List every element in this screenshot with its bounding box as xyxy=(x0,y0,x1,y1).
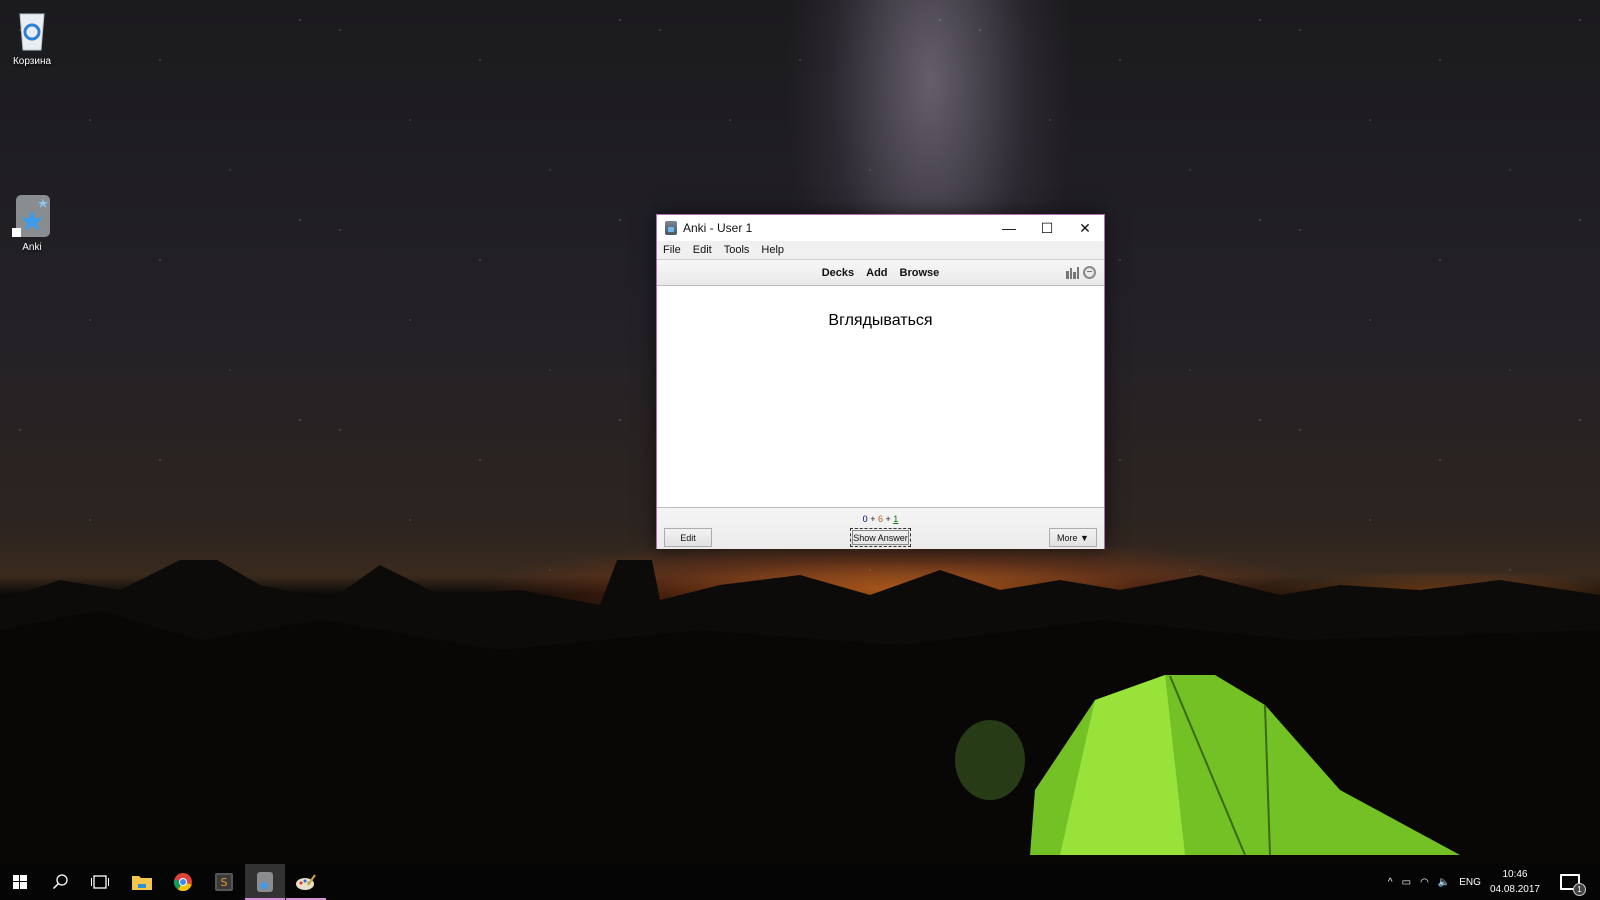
notification-count: 1 xyxy=(1573,883,1586,896)
taskbar-sublime-text[interactable]: S xyxy=(204,864,244,900)
sync-icon[interactable] xyxy=(1083,266,1096,279)
minimize-button[interactable]: — xyxy=(990,215,1028,241)
anki-icon xyxy=(12,194,52,238)
menu-file[interactable]: File xyxy=(663,244,681,256)
browse-link[interactable]: Browse xyxy=(900,267,940,279)
desktop-icon-recycle-bin[interactable]: Корзина xyxy=(0,8,64,67)
plus-sign: + xyxy=(885,514,891,524)
taskbar-paint[interactable] xyxy=(286,864,326,900)
taskbar: S ^ ▭ ◠ 🔈 ENG 10:46 04.08.2017 1 xyxy=(0,864,1600,900)
menu-bar: File Edit Tools Help xyxy=(657,241,1104,259)
action-center-icon[interactable]: 1 xyxy=(1560,874,1586,896)
add-link[interactable]: Add xyxy=(866,267,887,279)
svg-text:S: S xyxy=(221,876,228,889)
file-explorer-icon xyxy=(132,876,152,890)
anki-app-icon xyxy=(665,221,677,235)
taskbar-file-explorer[interactable] xyxy=(122,864,162,900)
taskbar-chrome[interactable] xyxy=(163,864,203,900)
stats-icon[interactable] xyxy=(1066,266,1079,279)
wifi-icon[interactable]: ◠ xyxy=(1420,877,1429,888)
clock[interactable]: 10:46 04.08.2017 xyxy=(1490,867,1540,897)
search-icon xyxy=(52,874,68,890)
start-icon xyxy=(13,875,27,889)
search-button[interactable] xyxy=(40,864,80,900)
volume-icon[interactable]: 🔈 xyxy=(1438,877,1450,888)
plus-sign: + xyxy=(870,514,876,524)
anki-window: Anki - User 1 — ☐ ✕ File Edit Tools Help… xyxy=(656,214,1105,549)
start-button[interactable] xyxy=(0,864,40,900)
close-button[interactable]: ✕ xyxy=(1066,215,1104,241)
task-view-button[interactable] xyxy=(80,864,120,900)
more-button[interactable]: More ▼ xyxy=(1049,528,1097,547)
maximize-button[interactable]: ☐ xyxy=(1028,215,1066,241)
sublime-text-icon: S xyxy=(215,873,233,891)
show-hidden-icons-button[interactable]: ^ xyxy=(1388,877,1393,888)
anki-icon xyxy=(257,872,273,892)
desktop-icon-label: Anki xyxy=(22,242,42,253)
clock-date: 04.08.2017 xyxy=(1489,884,1540,895)
title-bar[interactable]: Anki - User 1 — ☐ ✕ xyxy=(657,215,1104,241)
window-title: Anki - User 1 xyxy=(683,221,753,235)
menu-edit[interactable]: Edit xyxy=(693,244,712,256)
due-counts: 0 + 6 + 1 xyxy=(657,514,1104,524)
decks-link[interactable]: Decks xyxy=(822,267,854,279)
paint-icon xyxy=(296,874,316,890)
battery-icon[interactable]: ▭ xyxy=(1402,877,1411,888)
taskbar-anki[interactable] xyxy=(245,864,285,900)
system-tray: ^ ▭ ◠ 🔈 ENG 10:46 04.08.2017 1 xyxy=(1388,864,1600,900)
learning-count: 6 xyxy=(877,514,883,524)
show-answer-button[interactable]: Show Answer xyxy=(850,528,911,547)
wallpaper-mountains xyxy=(0,560,1600,870)
language-indicator[interactable]: ENG xyxy=(1459,877,1481,888)
card-area: Вглядываться xyxy=(657,286,1104,507)
recycle-bin-icon xyxy=(12,8,52,52)
review-footer: 0 + 6 + 1 Edit Show Answer More ▼ xyxy=(657,507,1104,549)
desktop-icon-label: Корзина xyxy=(12,56,52,67)
review-count: 1 xyxy=(893,514,899,524)
desktop-icon-anki[interactable]: Anki xyxy=(0,194,64,253)
clock-time: 10:46 xyxy=(1502,869,1528,880)
toolbar: Decks Add Browse xyxy=(657,259,1104,286)
edit-button[interactable]: Edit xyxy=(664,528,712,547)
card-question: Вглядываться xyxy=(828,312,933,329)
menu-tools[interactable]: Tools xyxy=(724,244,750,256)
new-count: 0 xyxy=(862,514,868,524)
task-view-icon xyxy=(91,875,109,889)
menu-help[interactable]: Help xyxy=(761,244,784,256)
chrome-icon xyxy=(174,873,192,891)
